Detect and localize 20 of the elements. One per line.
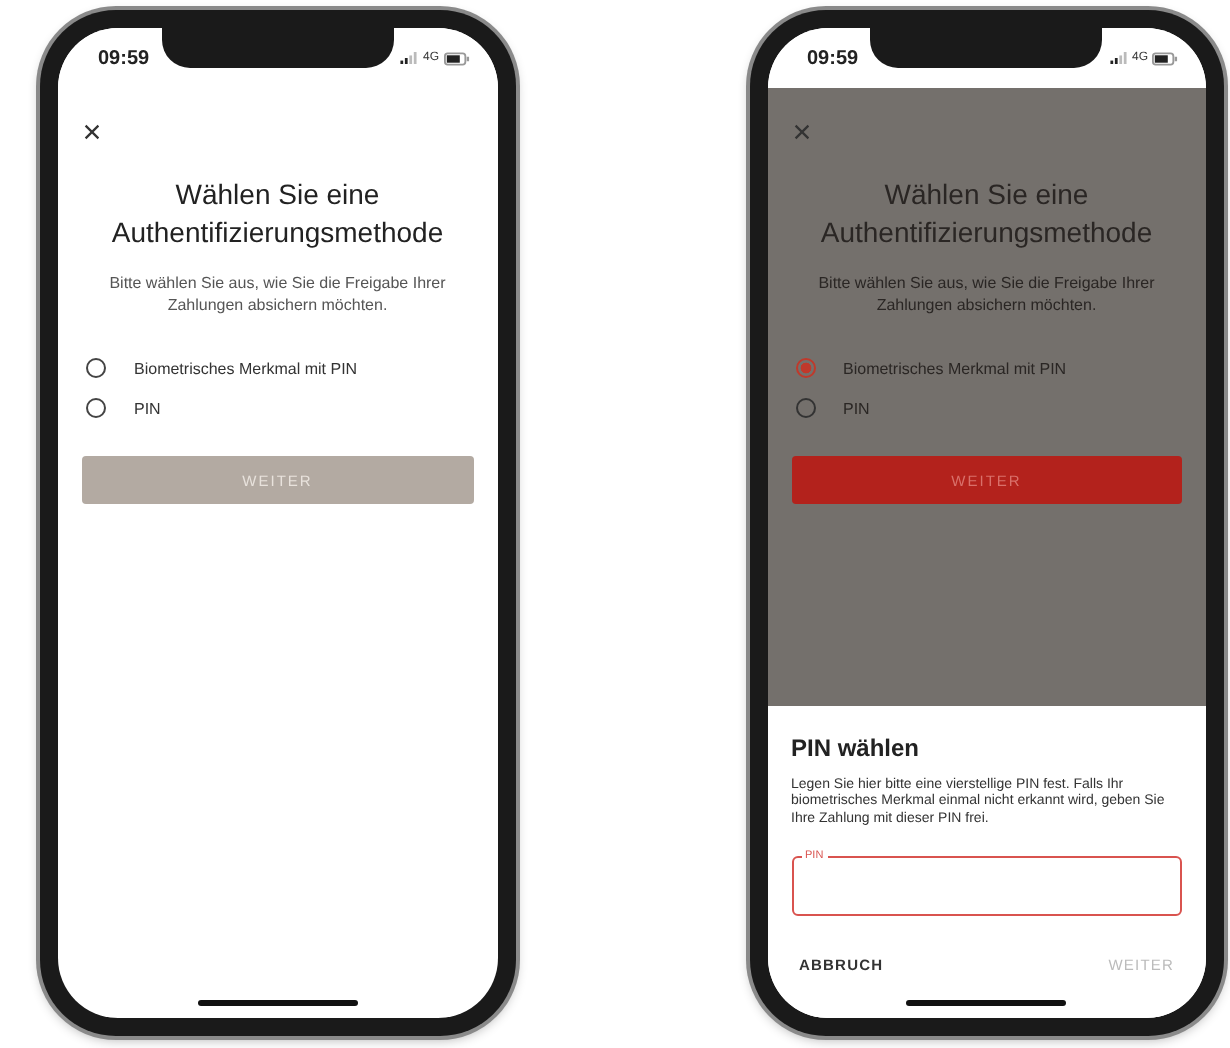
screen-subtitle: Bitte wählen Sie aus, wie Sie die Freigabe Ihrer Zahlungen absichern möchten.: [816, 272, 1157, 316]
option-label: PIN: [134, 399, 161, 417]
screen-subtitle: Bitte wählen Sie aus, wie Sie die Freigabe Ihrer Zahlungen absichern möchten.: [107, 272, 448, 316]
signal-icon: [1109, 52, 1128, 64]
screen-title: Wählen Sie eine Authentifizierungsmethode: [818, 176, 1155, 252]
radio-button[interactable]: [86, 398, 106, 418]
option-label: Biometrisches Merkmal mit PIN: [134, 359, 358, 377]
close-icon[interactable]: [84, 124, 100, 140]
status-time: 09:59: [98, 47, 150, 69]
status-time: 09:59: [807, 47, 859, 69]
radio-button[interactable]: [795, 398, 815, 418]
battery-icon: [443, 51, 469, 65]
screen-title: Wählen Sie eine Authentifizierungsmethode: [109, 176, 446, 252]
radio-button[interactable]: [795, 358, 815, 378]
radio-button[interactable]: [86, 358, 106, 378]
sheet-title: PIN wählen: [791, 733, 922, 761]
option-label: Biometrisches Merkmal mit PIN: [843, 359, 1067, 377]
battery-icon: [1152, 51, 1178, 65]
option-label: PIN: [843, 399, 870, 417]
signal-icon: [400, 52, 419, 64]
